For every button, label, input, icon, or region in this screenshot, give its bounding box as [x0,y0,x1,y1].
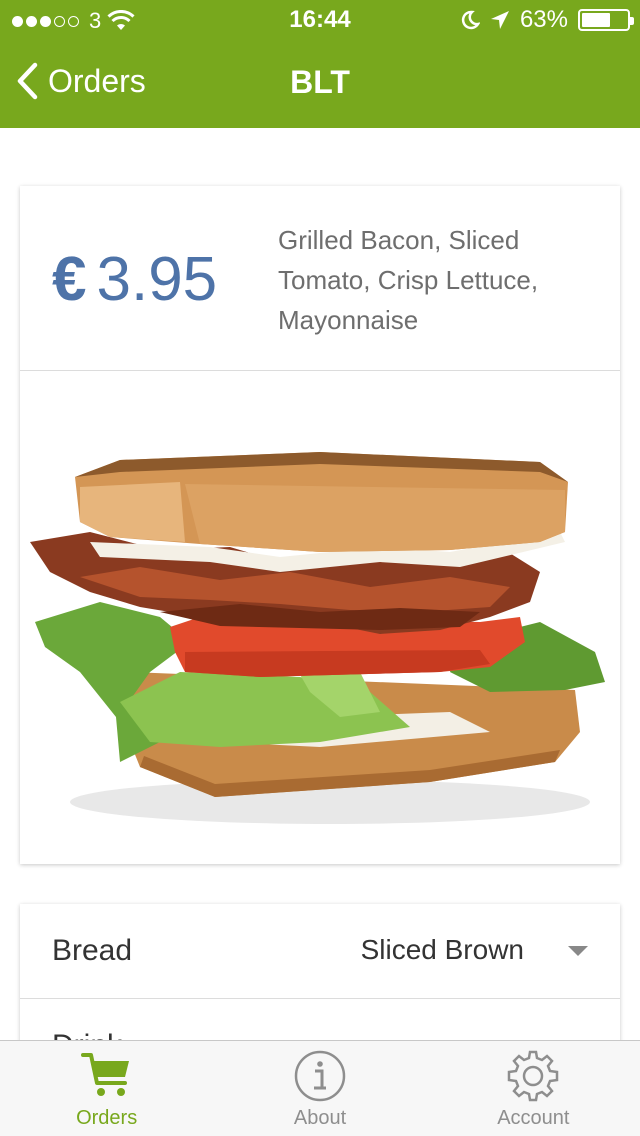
tab-about[interactable]: About [213,1041,426,1136]
dropdown-caret-icon [568,946,588,956]
app-header: 3 16:44 63% Orders BLT [0,0,640,128]
product-card: € 3.95 Grilled Bacon, Sliced Tomato, Cri… [20,186,620,864]
bread-option-row[interactable]: Bread Sliced Brown [20,904,620,999]
bread-option-value: Sliced Brown [360,934,524,965]
tab-account[interactable]: Account [427,1041,640,1136]
status-right: 63% [460,6,634,34]
tab-account-label: Account [497,1107,570,1129]
location-arrow-icon [490,11,509,29]
page-title: BLT [290,64,350,100]
gear-icon [508,1050,559,1102]
price: € 3.95 [52,244,217,315]
cart-icon [80,1053,129,1096]
battery-nub [630,17,634,25]
price-amount: 3.95 [96,245,218,314]
moon-icon [461,10,480,30]
tab-about-label: About [293,1107,347,1129]
price-row: € 3.95 Grilled Bacon, Sliced Tomato, Cri… [20,186,620,371]
price-currency: € [52,245,87,314]
tab-orders[interactable]: Orders [0,1041,213,1136]
battery-fill [582,13,610,27]
product-description: Grilled Bacon, Sliced Tomato, Crisp Lett… [278,225,539,335]
tab-orders-label: Orders [76,1107,138,1129]
bread-option-label: Bread [52,934,133,967]
tab-bar: Orders About Account [0,1040,640,1136]
status-bar: 3 16:44 63% [0,0,640,40]
battery-icon [578,9,634,31]
battery-percent: 63% [519,6,568,33]
info-icon [294,1050,346,1102]
sandwich-illustration [30,452,605,824]
product-image [20,372,620,864]
